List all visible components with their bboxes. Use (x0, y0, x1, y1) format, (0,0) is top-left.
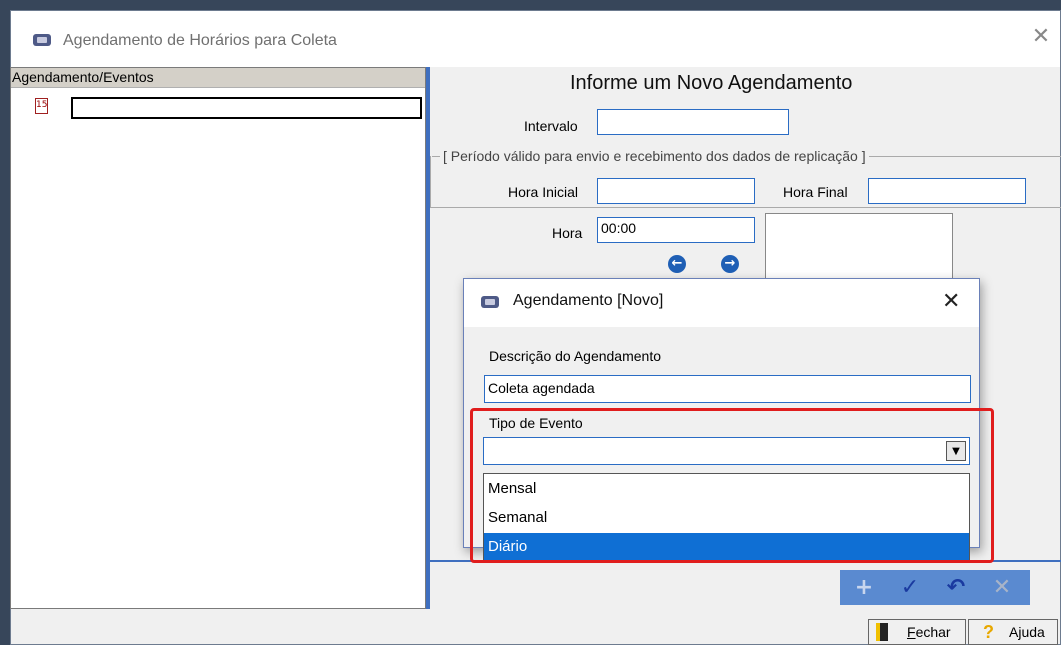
fechar-accel: F (907, 624, 916, 640)
events-tree-panel[interactable]: Agendamento/Eventos 15 (10, 67, 426, 609)
period-group-bottom (431, 207, 1061, 208)
fechar-rest: echar (915, 624, 951, 640)
tree-header: Agendamento/Eventos (11, 68, 425, 88)
hora-inicial-label: Hora Inicial (508, 184, 579, 200)
descricao-label: Descrição do Agendamento (489, 348, 661, 364)
period-group-caption: [ Período válido para envio e recebiment… (440, 148, 869, 164)
hora-final-label: Hora Final (783, 184, 848, 200)
intervalo-input[interactable] (597, 109, 789, 135)
hora-label: Hora (552, 225, 583, 241)
dialog-title-bar: Agendamento [Novo] ✕ (464, 279, 979, 327)
undo-icon[interactable]: ↶ (944, 576, 968, 600)
highlight-box (470, 408, 994, 563)
panel-splitter[interactable] (426, 67, 430, 609)
ajuda-label: Ajuda (1009, 624, 1045, 640)
hora-input[interactable]: 00:00 (597, 217, 755, 243)
form-title: Informe um Novo Agendamento (570, 72, 853, 94)
intervalo-label: Intervalo (524, 118, 578, 134)
tree-node-edit[interactable] (71, 97, 422, 119)
help-icon: ? (983, 622, 994, 642)
app-icon (33, 34, 51, 46)
descricao-input[interactable]: Coleta agendada (484, 375, 971, 403)
dialog-close-button[interactable]: ✕ (942, 289, 960, 314)
door-icon (876, 623, 888, 641)
dialog-app-icon (481, 296, 499, 308)
hora-inicial-input[interactable] (597, 178, 755, 204)
dialog-title: Agendamento [Novo] (513, 292, 664, 309)
arrow-right-icon[interactable]: → (721, 255, 739, 273)
hora-final-input[interactable] (868, 178, 1026, 204)
cancel-icon[interactable]: ✕ (990, 576, 1014, 600)
fechar-label: Fechar (907, 620, 951, 644)
action-toolbar: + ✓ ↶ ✕ (840, 570, 1030, 605)
add-icon[interactable]: + (852, 576, 876, 600)
check-icon[interactable]: ✓ (898, 576, 922, 600)
ajuda-button[interactable]: ? Ajuda (968, 619, 1058, 645)
arrow-left-icon[interactable]: ← (668, 255, 686, 273)
period-group-border (430, 156, 431, 208)
calendar-icon: 15 (35, 98, 48, 114)
window-title: Agendamento de Horários para Coleta (63, 32, 337, 49)
hours-listbox[interactable] (765, 213, 953, 283)
close-window-button[interactable]: ✕ (1029, 25, 1053, 49)
fechar-button[interactable]: Fechar (868, 619, 966, 645)
title-bar: Agendamento de Horários para Coleta ✕ (11, 11, 1060, 67)
